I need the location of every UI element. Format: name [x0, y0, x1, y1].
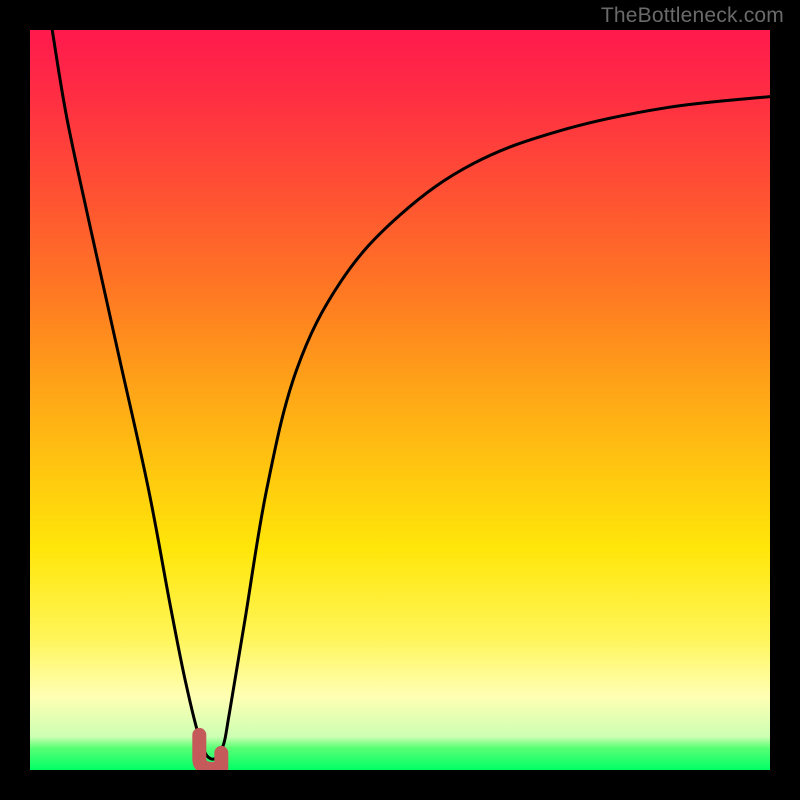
chart-frame: TheBottleneck.com: [0, 0, 800, 800]
curve-path: [52, 30, 770, 759]
watermark-text: TheBottleneck.com: [601, 4, 784, 28]
plot-area: [30, 30, 770, 770]
bottleneck-curve: [30, 30, 770, 770]
notch-marker-icon: [199, 735, 221, 769]
